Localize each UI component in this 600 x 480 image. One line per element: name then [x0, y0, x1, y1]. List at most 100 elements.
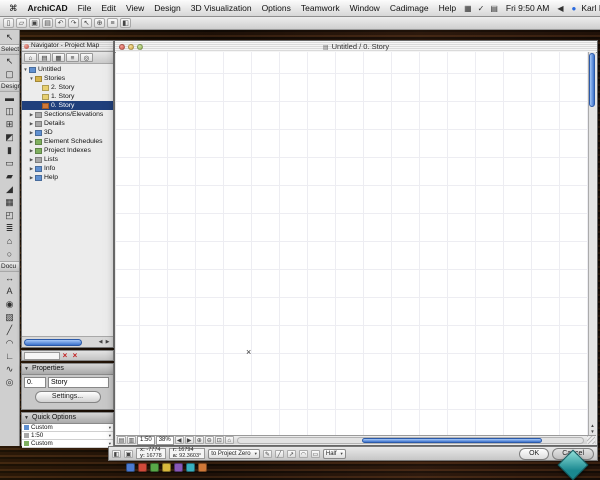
collapse-icon[interactable]: ▼ — [24, 364, 29, 374]
project-map-icon[interactable]: ⌂ — [24, 53, 37, 62]
disclosure-icon[interactable]: ▶ — [28, 130, 35, 136]
dock-app-icon[interactable] — [198, 463, 207, 472]
story-number-field[interactable] — [24, 377, 46, 388]
line-tool-icon[interactable]: ╱ — [2, 324, 18, 337]
tree-item-element-schedules[interactable]: ▶ Element Schedules — [22, 137, 113, 146]
menu-archicad[interactable]: ArchiCAD — [23, 0, 73, 16]
minimize-window-icon[interactable] — [128, 43, 134, 50]
navigator-hscrollbar[interactable]: ◀ ▶ — [22, 336, 113, 347]
dock-app-icon[interactable] — [162, 463, 171, 472]
zoom-in-icon[interactable]: ⊕ — [194, 436, 204, 444]
forward-view-icon[interactable]: ▶ — [184, 436, 194, 444]
quick-options-header[interactable]: ▼ Quick Options — [22, 413, 113, 424]
display-options-select[interactable]: Custom ▾ — [22, 440, 113, 448]
stair-tool-icon[interactable]: ≣ — [2, 222, 18, 235]
spline-tool-icon[interactable]: ∿ — [2, 363, 18, 376]
redo-icon[interactable]: ↷ — [68, 18, 79, 28]
scale-indicator[interactable]: 1:50 — [137, 435, 155, 445]
tracker-options-icon[interactable]: ◧ — [112, 449, 121, 458]
beam-tool-icon[interactable]: ▭ — [2, 157, 18, 170]
home-zoom-icon[interactable]: ⌂ — [224, 436, 234, 444]
view-map-icon[interactable]: ▤ — [38, 53, 51, 62]
vertical-scrollbar[interactable]: ▲ ▼ — [588, 52, 596, 435]
tree-item-project-indexes[interactable]: ▶ Project Indexes — [22, 146, 113, 155]
pages2-icon[interactable]: ▥ — [127, 436, 136, 444]
volume-icon[interactable]: ◀ — [554, 4, 566, 13]
dock-app-icon[interactable] — [138, 463, 147, 472]
fill-tool-icon[interactable]: ▨ — [2, 311, 18, 324]
menu-options[interactable]: Options — [257, 0, 296, 16]
disclosure-icon[interactable]: ▼ — [22, 67, 29, 72]
vertical-scroll-thumb[interactable] — [589, 53, 595, 107]
menu-cadimage[interactable]: Cadimage — [385, 0, 434, 16]
menu-window[interactable]: Window — [345, 0, 385, 16]
toolbox-arrow-icon[interactable]: ↖ — [2, 31, 18, 44]
scroll-left-icon[interactable]: ◀ — [97, 339, 104, 345]
y-value[interactable]: 16778 — [146, 453, 161, 459]
disclosure-icon[interactable]: ▶ — [28, 121, 35, 127]
lamp-tool-icon[interactable]: ○ — [2, 248, 18, 261]
back-view-icon[interactable]: ◀ — [174, 436, 184, 444]
menu-help[interactable]: Help — [434, 0, 461, 16]
a-value[interactable]: 92.3603° — [179, 453, 201, 459]
collapse-icon[interactable]: ▼ — [24, 413, 29, 423]
wall-tool-icon[interactable]: ▬ — [2, 92, 18, 105]
print-icon[interactable]: ▤ — [42, 18, 53, 28]
disclosure-icon[interactable]: ▶ — [28, 112, 35, 118]
disclosure-icon[interactable]: ▼ — [28, 76, 35, 81]
menu-script-icon[interactable]: ▦ — [461, 4, 475, 13]
menu-teamwork[interactable]: Teamwork — [296, 0, 345, 16]
apple-menu-icon[interactable]: ⌘ — [4, 0, 23, 16]
disclosure-icon[interactable]: ▶ — [28, 157, 35, 163]
label-tool-icon[interactable]: ◉ — [2, 298, 18, 311]
tree-item-details[interactable]: ▶ Details — [22, 119, 113, 128]
undo-icon[interactable]: ↶ — [55, 18, 66, 28]
scroll-right-icon[interactable]: ▶ — [104, 339, 111, 345]
panel-tool-icon[interactable]: ◧ — [120, 18, 131, 28]
save-file-icon[interactable]: ▣ — [29, 18, 40, 28]
displays-icon[interactable]: ▤ — [487, 4, 501, 13]
polyline-tool-icon[interactable]: ∟ — [2, 350, 18, 363]
fill-style-icon[interactable]: ▭ — [310, 449, 320, 458]
ok-button[interactable]: OK — [519, 447, 550, 460]
publisher-icon[interactable]: ≡ — [66, 53, 79, 62]
menu-edit[interactable]: Edit — [96, 0, 121, 16]
user-menu[interactable]: Karl Barker — [581, 3, 600, 13]
layer-combination-select[interactable]: Custom ▾ — [22, 424, 113, 432]
dock-app-icon[interactable] — [186, 463, 195, 472]
text-tool-icon[interactable]: A — [2, 285, 18, 298]
window-tool-icon[interactable]: ⊞ — [2, 118, 18, 131]
horizontal-scroll-thumb[interactable] — [362, 437, 542, 443]
tree-item-stories[interactable]: ▼ Stories — [22, 74, 113, 83]
menu-clock[interactable]: Fri 9:50 AM — [506, 3, 549, 13]
door-tool-icon[interactable]: ◫ — [2, 105, 18, 118]
line-weight-icon[interactable]: ╱ — [274, 449, 284, 458]
disclosure-icon[interactable]: ▶ — [28, 139, 35, 145]
open-file-icon[interactable]: ▱ — [16, 18, 27, 28]
palette-resize-box[interactable] — [24, 351, 60, 360]
grid-snap-icon[interactable]: ▣ — [124, 449, 133, 458]
zoom-window-icon[interactable] — [137, 43, 143, 50]
dock-app-icon[interactable] — [126, 463, 135, 472]
camera-tool-icon[interactable]: ◎ — [2, 376, 18, 389]
navigator-scroll-thumb[interactable] — [24, 338, 82, 346]
dock-app-icon[interactable] — [150, 463, 159, 472]
scale-select[interactable]: 1:50 ▾ — [22, 432, 113, 440]
zone-tool-icon[interactable]: ◰ — [2, 209, 18, 222]
tree-item-story-1[interactable]: 1. Story — [22, 92, 113, 101]
tree-item-3d[interactable]: ▶ 3D — [22, 128, 113, 137]
tree-item-lists[interactable]: ▶ Lists — [22, 155, 113, 164]
navigator-settings-icon[interactable]: ◎ — [80, 53, 93, 62]
properties-header[interactable]: ▼ Properties — [22, 364, 113, 375]
marquee-tool-icon[interactable]: ▢ — [2, 68, 18, 81]
arrow-tool-icon[interactable]: ↖ — [2, 55, 18, 68]
arc-tool-icon[interactable]: ◠ — [2, 337, 18, 350]
close-window-icon[interactable] — [119, 43, 125, 50]
layout-book-icon[interactable]: ▦ — [52, 53, 65, 62]
pen-weight-select[interactable]: Half ▾ — [322, 448, 346, 459]
arrow-style-icon[interactable]: ↗ — [286, 449, 296, 458]
zoom-indicator[interactable]: 38% — [155, 435, 174, 445]
roof-tool-icon[interactable]: ◢ — [2, 183, 18, 196]
tree-item-info[interactable]: ▶ Info — [22, 164, 113, 173]
slab-tool-icon[interactable]: ▰ — [2, 170, 18, 183]
